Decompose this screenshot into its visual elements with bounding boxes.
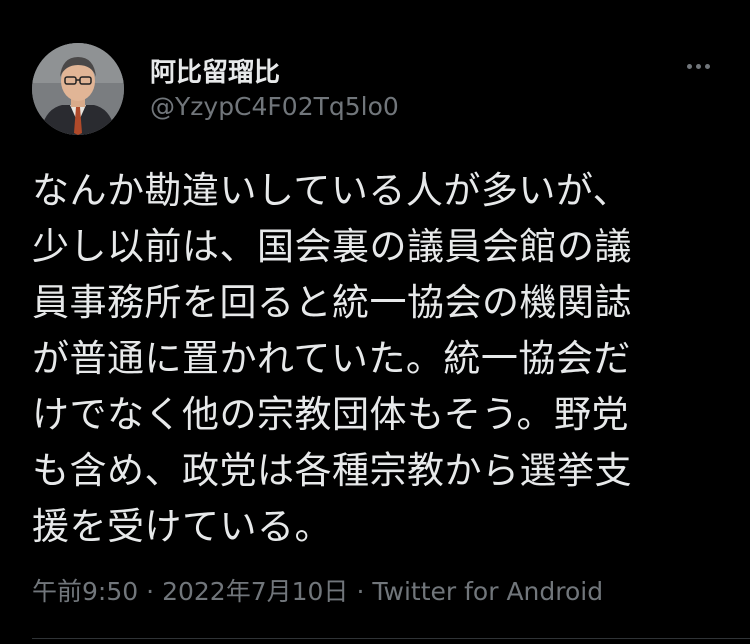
more-options-button[interactable] xyxy=(678,52,718,80)
more-dots-icon xyxy=(704,63,710,69)
tweet-time[interactable]: 午前9:50 xyxy=(32,577,138,606)
tweet-text-line: 援を受けている。 xyxy=(32,505,332,548)
more-dots-icon xyxy=(695,63,701,69)
author-display-name[interactable]: 阿比留瑠比 xyxy=(150,52,280,89)
author-handle[interactable]: @YzypC4F02Tq5lo0 xyxy=(150,92,399,121)
tweet-text-line: なんか勘違いしている人が多いが、 xyxy=(32,169,631,212)
tweet-text-line: が普通に置かれていた。統一協会だ xyxy=(32,337,631,380)
tweet-meta: 午前9:50 · 2022年7月10日 · Twitter for Android xyxy=(32,572,603,608)
tweet-source-link[interactable]: Twitter for Android xyxy=(372,577,603,606)
meta-separator: · xyxy=(356,577,365,606)
tweet-text-line: けでなく他の宗教団体もそう。野党 xyxy=(32,393,630,436)
tweet-text-line: 少し以前は、国会裏の議員会館の議 xyxy=(32,225,632,268)
meta-separator: · xyxy=(146,577,155,606)
divider xyxy=(32,638,750,639)
more-dots-icon xyxy=(686,63,692,69)
avatar-photo xyxy=(32,43,124,135)
tweet-date[interactable]: 2022年7月10日 xyxy=(162,577,348,606)
tweet-text-line: も含め、政党は各種宗教から選挙支 xyxy=(32,449,632,492)
tweet-text: なんか勘違いしている人が多いが、 少し以前は、国会裏の議員会館の議 員事務所を回… xyxy=(32,163,722,555)
tweet-text-line: 員事務所を回ると統一協会の機関誌 xyxy=(32,281,632,324)
avatar[interactable] xyxy=(32,43,124,135)
tweet-detail: 阿比留瑠比 @YzypC4F02Tq5lo0 なんか勘違いしている人が多いが、 … xyxy=(0,0,750,644)
